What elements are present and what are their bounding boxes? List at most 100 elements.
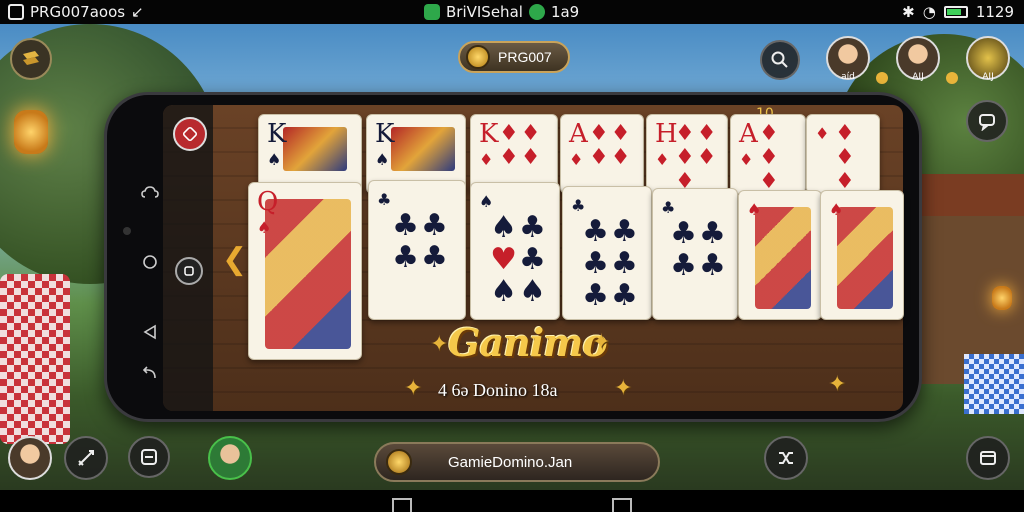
card-suit-icon: ♠ bbox=[267, 150, 282, 169]
game-logo: Ganimo bbox=[448, 320, 608, 365]
suit-icon: ♦ bbox=[696, 121, 717, 146]
playing-card[interactable]: ♠ bbox=[738, 190, 822, 320]
menu-icon bbox=[23, 51, 39, 65]
playing-card[interactable]: Q ♠ bbox=[248, 182, 362, 360]
card-suit-icon: ♦ bbox=[479, 150, 494, 169]
suit-icon: ♣ bbox=[421, 240, 448, 275]
close-button[interactable] bbox=[173, 117, 207, 151]
suit-icon: ♣ bbox=[582, 278, 609, 313]
card-rank: A ♦ bbox=[739, 121, 758, 173]
player-avatar[interactable] bbox=[8, 436, 52, 480]
lock-button[interactable] bbox=[175, 257, 203, 285]
notification-icon bbox=[8, 4, 24, 20]
suit-icon: ♦ bbox=[759, 145, 779, 170]
suit-icon: ♣ bbox=[582, 214, 609, 249]
suit-icon: ♣ bbox=[611, 278, 638, 313]
shuffle-button[interactable] bbox=[764, 436, 808, 480]
suit-icon: ♦ bbox=[499, 121, 519, 146]
suit-icon: ♦ bbox=[610, 145, 631, 170]
suit-icon: ♦ bbox=[835, 121, 855, 146]
page-title: PRG007 bbox=[498, 49, 552, 65]
suit-icon: ♣ bbox=[421, 208, 448, 243]
chat-icon bbox=[979, 114, 995, 131]
chat-button[interactable] bbox=[966, 100, 1008, 142]
status-center-text: BriVISehal bbox=[446, 3, 523, 21]
tools-button[interactable] bbox=[64, 436, 108, 480]
card-rank: ♦ bbox=[815, 121, 829, 147]
card-suit-icon: ♠ bbox=[375, 150, 390, 169]
card-pips: ♣ ♣ ♣ ♣ bbox=[381, 211, 459, 313]
store-button[interactable] bbox=[966, 436, 1010, 480]
card-suit-icon: ♦ bbox=[815, 124, 830, 143]
signal-icon: ↙ bbox=[131, 3, 144, 21]
undo-icon[interactable] bbox=[135, 359, 165, 389]
suit-icon: ♠ bbox=[490, 210, 517, 245]
game-subtitle: 4 6ə Donino 18a bbox=[438, 380, 558, 400]
player-name: AIJ bbox=[982, 72, 994, 82]
camera-icon bbox=[123, 227, 131, 235]
home-icon[interactable] bbox=[135, 247, 165, 277]
card-face-art bbox=[283, 127, 347, 171]
settings-button[interactable] bbox=[128, 436, 170, 478]
playing-card[interactable]: ♦♦♦♦♦♦ bbox=[806, 114, 880, 194]
footer-pill[interactable]: GamieDomino.Jan bbox=[374, 442, 660, 482]
playing-card[interactable]: A ♦ ♦ ♦ ♦ ♦ bbox=[560, 114, 644, 194]
playing-card[interactable]: H ♦ ♦ ♦ ♦ ♦ ♦ bbox=[646, 114, 728, 194]
card-pips: ♣ ♣ ♣ ♣ ♣ ♣ bbox=[575, 217, 645, 313]
store-icon bbox=[980, 451, 996, 465]
nav-back-icon[interactable] bbox=[392, 498, 412, 512]
suit-icon: ♣ bbox=[392, 208, 419, 243]
checkered-tablecloth bbox=[0, 274, 70, 444]
suit-icon: ♣ bbox=[582, 246, 609, 281]
card-pips: ♦♦♦♦♦ bbox=[759, 121, 799, 193]
status-left-text: PRG007aoos bbox=[30, 3, 126, 21]
suit-icon: ♣ bbox=[670, 216, 697, 251]
lantern-icon bbox=[14, 110, 48, 154]
bluetooth-icon: ✱ bbox=[902, 3, 915, 21]
back-icon[interactable]: ❮ bbox=[222, 242, 247, 277]
footer-label: GamieDomino.Jan bbox=[448, 453, 573, 471]
card-rank: Q ♠ bbox=[257, 189, 278, 241]
coin-icon bbox=[946, 72, 958, 84]
card-pips: ♦ ♦ ♦ ♦ bbox=[499, 123, 551, 187]
card-rank: K ♠ bbox=[267, 121, 286, 173]
suit-icon: ♣ bbox=[519, 242, 546, 277]
back-nav-icon[interactable] bbox=[135, 317, 165, 347]
card-pips: ♦♦♦♦♦ bbox=[675, 121, 721, 193]
playing-card[interactable]: A♦♦♦♦♦♦ bbox=[730, 114, 806, 194]
suit-icon: ♣ bbox=[670, 248, 697, 283]
search-button[interactable] bbox=[760, 40, 800, 80]
player-avatar[interactable] bbox=[208, 436, 252, 480]
playing-card[interactable]: ♣ ♣ ♣ ♣ ♣ ♣ ♣ bbox=[562, 186, 652, 320]
nav-recents-icon[interactable] bbox=[612, 498, 632, 512]
card-rank: K ♦ bbox=[479, 121, 498, 173]
card-suit-icon: ♠ bbox=[257, 218, 272, 237]
playing-card[interactable]: ♣ ♣ ♣ ♣ ♣ bbox=[368, 180, 466, 320]
status-clock: 1129 bbox=[975, 3, 1014, 21]
suit-icon: ♦ bbox=[499, 145, 519, 170]
playing-card[interactable]: ♣ ♣ ♣ ♣ ♣ bbox=[652, 188, 738, 320]
close-icon bbox=[182, 126, 198, 142]
menu-button[interactable] bbox=[10, 38, 52, 80]
card-pips: ♣ ♣ ♣ ♣ bbox=[665, 219, 731, 313]
coin-icon bbox=[876, 72, 888, 84]
playing-card[interactable]: ♠ bbox=[820, 190, 904, 320]
title-pill[interactable]: PRG007 bbox=[458, 41, 570, 73]
suit-icon: ♦ bbox=[675, 121, 695, 146]
suit-icon: ♦ bbox=[835, 145, 855, 170]
settings-icon bbox=[141, 449, 157, 465]
whatsapp-icon bbox=[528, 4, 545, 20]
lock-icon bbox=[184, 266, 194, 276]
cloud-icon[interactable] bbox=[135, 177, 165, 207]
lantern-icon bbox=[992, 286, 1012, 310]
suit-icon: ♦ bbox=[759, 121, 779, 146]
card-pips: ♠ ♣ ♥ ♣ ♠ ♠ bbox=[483, 213, 553, 313]
wooden-hut bbox=[914, 174, 1024, 384]
suit-icon: ♣ bbox=[699, 216, 726, 251]
playing-card[interactable]: ♠ ♠ ♣ ♥ ♣ ♠ ♠ bbox=[470, 182, 560, 320]
suit-icon: ♣ bbox=[611, 246, 638, 281]
suit-icon: ♦ bbox=[589, 121, 609, 146]
status-center-time: 1a9 bbox=[550, 3, 580, 21]
card-rank: K ♠ bbox=[375, 121, 394, 173]
suit-icon: ♦ bbox=[696, 145, 717, 170]
